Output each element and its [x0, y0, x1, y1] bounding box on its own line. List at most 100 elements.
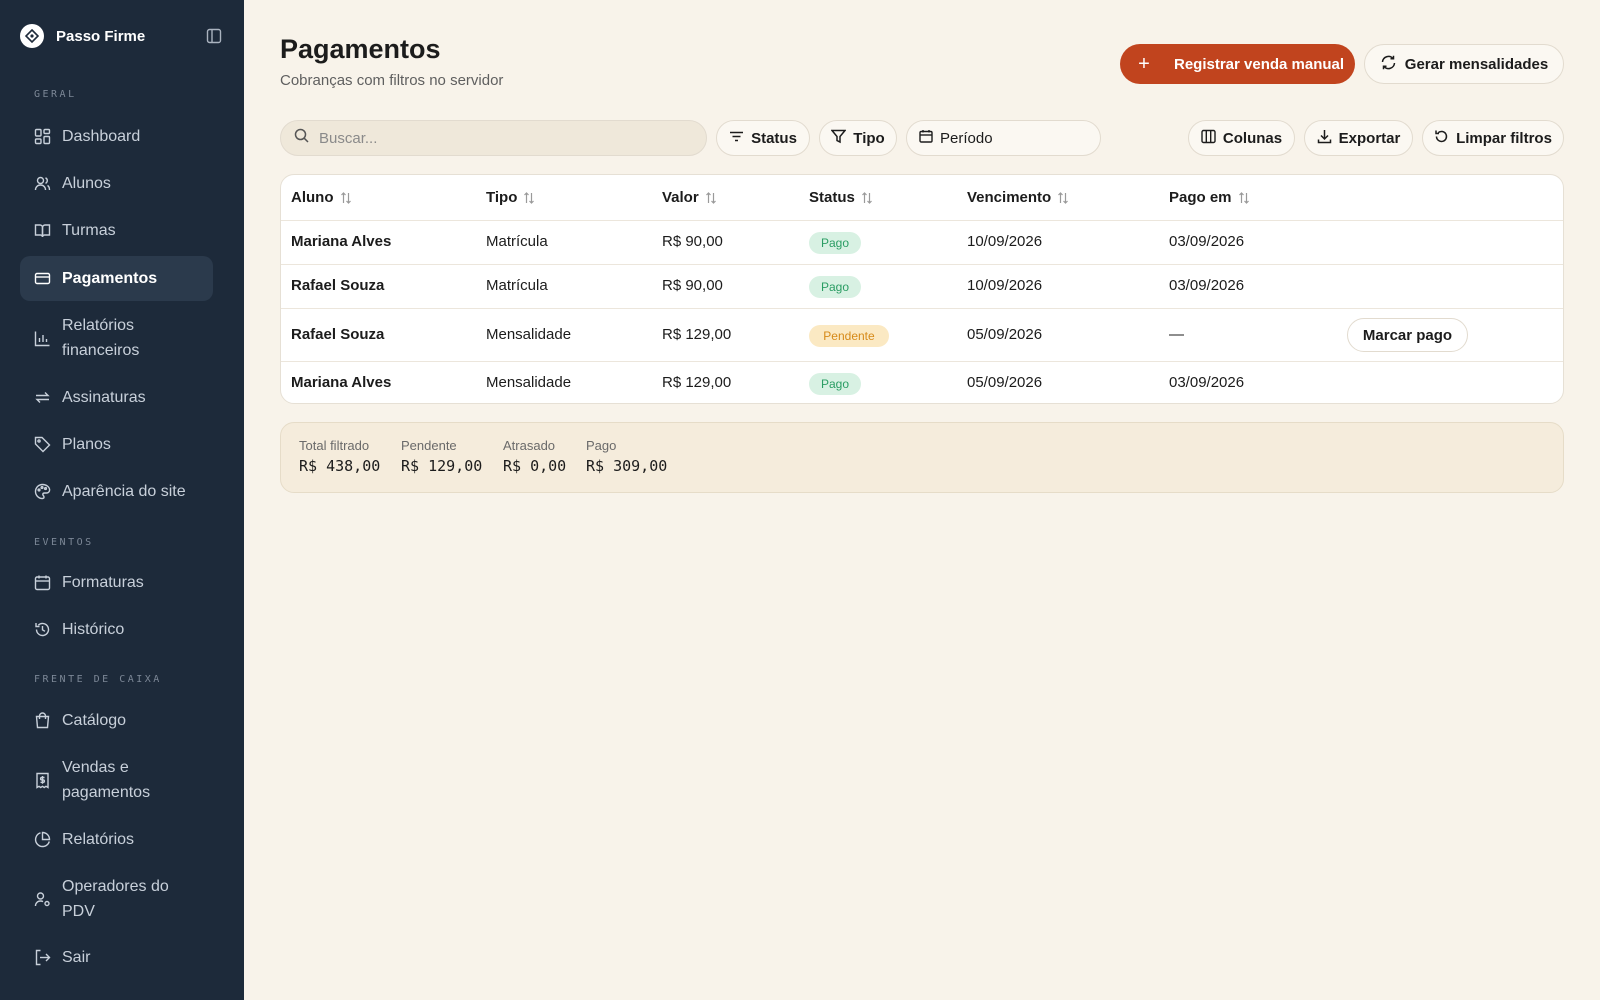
column-label: Status [809, 189, 855, 206]
table-header: Aluno Tipo Valor Status Vencimento Pago … [281, 175, 1563, 221]
column-header-vencimento[interactable]: Vencimento [967, 189, 1069, 206]
users-icon [33, 174, 51, 192]
cell-valor: R$ 129,00 [662, 374, 732, 391]
sidebar-item-label: Pagamentos [62, 270, 158, 287]
sidebar-item-assinaturas[interactable]: Assinaturas [20, 382, 213, 412]
column-header-aluno[interactable]: Aluno [291, 189, 352, 206]
sidebar-item-label: Planos [62, 435, 111, 453]
sidebar-item-sair[interactable]: Sair [20, 942, 213, 972]
summary-label: Pago [586, 438, 617, 453]
shopping-bag-icon [33, 711, 51, 729]
cell-valor: R$ 90,00 [662, 233, 723, 250]
columns-button[interactable]: Colunas [1188, 120, 1295, 156]
section-label-eventos: EVENTOS [34, 537, 94, 548]
sidebar-item-operadores[interactable]: Operadores do PDV [20, 872, 213, 926]
sidebar-item-relatorios-financeiros[interactable]: Relatórios financeiros [20, 311, 213, 365]
cell-aluno: Rafael Souza [291, 277, 385, 294]
bar-chart-icon [33, 329, 51, 347]
clear-filters-button[interactable]: Limpar filtros [1422, 120, 1564, 156]
cell-pago-em: 03/09/2026 [1169, 233, 1245, 250]
sidebar-item-turmas[interactable]: Turmas [20, 215, 213, 245]
cell-pago-em: — [1169, 326, 1184, 343]
sidebar-item-label: Turmas [62, 221, 116, 239]
cell-aluno: Mariana Alves [291, 374, 392, 391]
cell-pago-em: 03/09/2026 [1169, 277, 1245, 294]
cell-pago-em: 03/09/2026 [1169, 374, 1245, 391]
column-header-valor[interactable]: Valor [662, 189, 717, 206]
sidebar-item-historico[interactable]: Histórico [20, 614, 213, 644]
column-header-pago-em[interactable]: Pago em [1169, 189, 1250, 206]
sidebar-item-planos[interactable]: Planos [20, 429, 213, 459]
summary-label: Total filtrado [299, 438, 370, 453]
sidebar-toggle-icon[interactable] [204, 26, 224, 46]
clear-filters-label: Limpar filtros [1456, 129, 1552, 147]
summary-total: Total filtrado R$ 438,00 [299, 438, 380, 475]
sort-icon [523, 191, 535, 205]
cell-valor: R$ 90,00 [662, 277, 723, 294]
book-icon [33, 221, 51, 239]
receipt-icon [33, 771, 51, 789]
status-badge: Pago [809, 373, 861, 395]
export-button[interactable]: Exportar [1304, 120, 1413, 156]
sidebar-item-pagamentos[interactable]: Pagamentos [20, 256, 213, 301]
table-row[interactable]: Rafael Souza Matrícula R$ 90,00 Pago 10/… [281, 265, 1563, 309]
calendar-icon [33, 573, 51, 591]
cell-tipo: Matrícula [486, 277, 548, 294]
sidebar-item-formaturas[interactable]: Formaturas [20, 567, 213, 597]
section-label-geral: GERAL [34, 89, 77, 100]
dashboard-icon [33, 127, 51, 145]
mark-paid-button[interactable]: Marcar pago [1347, 318, 1468, 352]
pie-chart-icon [33, 830, 51, 848]
summary-value: R$ 129,00 [401, 457, 483, 475]
sidebar-item-alunos[interactable]: Alunos [20, 168, 213, 198]
column-label: Aluno [291, 189, 334, 206]
summary-value: R$ 438,00 [299, 457, 381, 475]
generate-monthly-fees-label: Gerar mensalidades [1404, 55, 1549, 73]
status-filter-button[interactable]: Status [716, 120, 810, 156]
search-icon [294, 128, 309, 148]
column-label: Valor [662, 189, 699, 206]
search-placeholder: Buscar... [319, 129, 378, 147]
column-label: Pago em [1169, 189, 1232, 206]
brand[interactable]: Passo Firme [20, 24, 224, 48]
register-manual-sale-button[interactable]: + Registrar venda manual [1120, 44, 1355, 84]
status-badge: Pago [809, 232, 861, 254]
sidebar-item-dashboard[interactable]: Dashboard [20, 121, 213, 151]
register-manual-sale-label: Registrar venda manual [1174, 55, 1345, 73]
sidebar-item-label: Catálogo [62, 711, 127, 729]
cell-vencimento: 05/09/2026 [967, 326, 1043, 343]
summary-paid: Pago R$ 309,00 [586, 438, 667, 475]
credit-card-icon [33, 270, 51, 288]
column-header-status[interactable]: Status [809, 189, 873, 206]
columns-label: Colunas [1222, 129, 1283, 147]
cell-valor: R$ 129,00 [662, 326, 732, 343]
status-filter-label: Status [751, 129, 797, 147]
payments-table: Aluno Tipo Valor Status Vencimento Pago … [280, 174, 1564, 404]
table-row[interactable]: Rafael Souza Mensalidade R$ 129,00 Pende… [281, 309, 1563, 362]
period-filter-label: Período [940, 129, 993, 147]
column-label: Tipo [486, 189, 518, 206]
table-row[interactable]: Mariana Alves Matrícula R$ 90,00 Pago 10… [281, 221, 1563, 265]
status-badge: Pago [809, 276, 861, 298]
generate-monthly-fees-button[interactable]: Gerar mensalidades [1364, 44, 1564, 84]
sidebar-item-catalogo[interactable]: Catálogo [20, 705, 213, 735]
reset-icon [1434, 129, 1449, 148]
cell-tipo: Mensalidade [486, 326, 572, 343]
sidebar: Passo Firme GERAL Dashboard Alunos Turma… [0, 0, 244, 1000]
summary-pending: Pendente R$ 129,00 [401, 438, 482, 475]
section-label-caixa: FRENTE DE CAIXA [34, 674, 162, 685]
sidebar-item-relatorios[interactable]: Relatórios [20, 824, 213, 854]
sidebar-item-label: Sair [62, 948, 91, 966]
table-row[interactable]: Mariana Alves Mensalidade R$ 129,00 Pago… [281, 362, 1563, 403]
sidebar-item-label: Relatórios financeiros [62, 317, 140, 359]
sidebar-item-aparencia[interactable]: Aparência do site [20, 476, 213, 506]
sidebar-item-vendas[interactable]: Vendas e pagamentos [20, 753, 213, 807]
period-filter-button[interactable]: Período [906, 120, 1101, 156]
cell-tipo: Mensalidade [486, 374, 572, 391]
search-input[interactable]: Buscar... [280, 120, 707, 156]
sidebar-item-label: Vendas e pagamentos [62, 759, 151, 801]
status-badge: Pendente [809, 325, 889, 347]
type-filter-button[interactable]: Tipo [819, 120, 897, 156]
column-header-tipo[interactable]: Tipo [486, 189, 535, 206]
sidebar-item-label: Histórico [62, 620, 125, 638]
